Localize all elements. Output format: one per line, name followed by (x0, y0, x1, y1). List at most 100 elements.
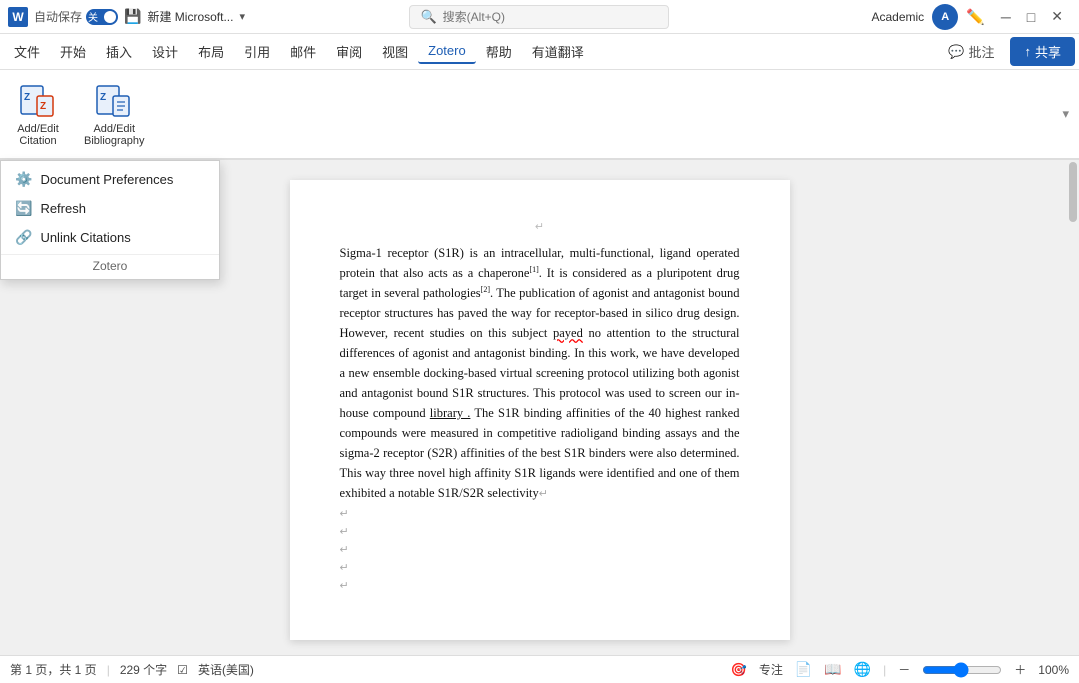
view-web-icon[interactable]: 🌐 (854, 661, 871, 678)
zoom-slider[interactable] (922, 662, 1002, 678)
gear-icon: ⚙️ (15, 171, 32, 188)
status-bar: 第 1 页，共 1 页 | 229 个字 ☑ 英语(美国) 🎯 专注 📄 📖 🌐… (0, 655, 1079, 683)
ribbon-collapse-arrow[interactable]: ▾ (1062, 106, 1069, 122)
bibliography-icon: Z (94, 81, 134, 121)
window-controls: ─ □ ✕ (993, 4, 1071, 29)
menu-item-design[interactable]: 设计 (142, 38, 188, 65)
language[interactable]: 英语(美国) (198, 661, 254, 678)
add-edit-bibliography-button[interactable]: Z Add/Edit Bibliography (76, 75, 153, 153)
unlink-citations-item[interactable]: 🔗 Unlink Citations (1, 223, 219, 252)
menu-item-review[interactable]: 审阅 (326, 38, 372, 65)
menu-item-mail[interactable]: 邮件 (280, 38, 326, 65)
title-bar-left: W 自动保存 关 💾 新建 Microsoft... ▾ (8, 7, 362, 27)
title-bar: W 自动保存 关 💾 新建 Microsoft... ▾ 🔍 Academic … (0, 0, 1079, 34)
refresh-icon: 🔄 (15, 200, 32, 217)
document-page: ↵ Sigma-1 receptor (S1R) is an intracell… (290, 180, 790, 640)
scrollbar-thumb[interactable] (1069, 162, 1077, 222)
document-preferences-label: Document Preferences (40, 172, 173, 187)
minimize-button[interactable]: ─ (993, 4, 1019, 29)
citation-1: [1] (529, 265, 538, 274)
share-button[interactable]: ↑ 共享 (1010, 37, 1075, 66)
save-icon[interactable]: 💾 (124, 8, 141, 25)
title-bar-search: 🔍 (362, 5, 716, 29)
autosave-toggle[interactable]: 关 (86, 9, 118, 25)
newline-5: ↵ (340, 576, 740, 594)
zotero-dropdown: ⚙️ Document Preferences 🔄 Refresh 🔗 Unli… (0, 160, 220, 280)
search-input[interactable] (443, 10, 643, 24)
svg-text:Z: Z (24, 92, 30, 103)
status-divider-2: | (883, 663, 886, 677)
status-divider-1: | (107, 663, 110, 677)
add-edit-citation-button[interactable]: Z Z Add/Edit Citation (8, 75, 68, 153)
svg-text:Z: Z (40, 101, 46, 112)
zoom-percent: 100% (1038, 663, 1069, 677)
menu-bar: 文件 开始 插入 设计 布局 引用 邮件 审阅 视图 Zotero 帮助 有道翻… (0, 34, 1079, 70)
menu-item-insert[interactable]: 插入 (96, 38, 142, 65)
title-bar-right: Academic A ✏️ ─ □ ✕ (717, 4, 1071, 30)
word-count: 229 个字 (120, 661, 167, 678)
newline-2: ↵ (340, 522, 740, 540)
pen-icon[interactable]: ✏️ (966, 8, 985, 26)
autosave-knob (104, 11, 116, 23)
share-icon: ↑ (1024, 44, 1031, 59)
autosave-area: 自动保存 关 (34, 8, 118, 25)
document-body: Sigma-1 receptor (S1R) is an intracellul… (340, 243, 740, 504)
add-edit-citation-label: Add/Edit Citation (17, 123, 59, 147)
refresh-item[interactable]: 🔄 Refresh (1, 194, 219, 223)
header-arrow: ↵ (535, 220, 544, 233)
page-header: ↵ (340, 220, 740, 233)
comment-label: 批注 (968, 42, 994, 61)
search-box: 🔍 (409, 5, 669, 29)
focus-label[interactable]: 专注 (759, 661, 783, 678)
end-arrow: ↵ (539, 488, 548, 500)
menu-item-layout[interactable]: 布局 (188, 38, 234, 65)
search-icon: 🔍 (420, 9, 436, 25)
file-name: 新建 Microsoft... (147, 8, 233, 25)
menu-item-reference[interactable]: 引用 (234, 38, 280, 65)
page-info: 第 1 页，共 1 页 (10, 661, 97, 678)
citation-2: [2] (481, 285, 490, 294)
ribbon-zotero-group: Z Z Add/Edit Citation Z Add/Edit Biblio (8, 75, 153, 153)
scrollbar-track (1067, 160, 1079, 655)
view-normal-icon[interactable]: 📄 (795, 661, 812, 678)
document-preferences-item[interactable]: ⚙️ Document Preferences (1, 165, 219, 194)
add-edit-bibliography-label: Add/Edit Bibliography (84, 123, 145, 147)
refresh-label: Refresh (40, 201, 86, 216)
restore-button[interactable]: □ (1019, 4, 1043, 29)
status-right: 🎯 专注 📄 📖 🌐 | － ＋ 100% (731, 661, 1069, 678)
citation-icon: Z Z (18, 81, 58, 121)
newline-3: ↵ (340, 540, 740, 558)
zotero-section-label: Zotero (1, 254, 219, 275)
newline-4: ↵ (340, 558, 740, 576)
unlink-citations-label: Unlink Citations (40, 230, 130, 245)
close-button[interactable]: ✕ (1043, 4, 1071, 29)
svg-text:Z: Z (100, 92, 106, 103)
unlink-icon: 🔗 (15, 229, 32, 246)
filename-dropdown[interactable]: ▾ (239, 10, 245, 23)
menu-item-file[interactable]: 文件 (4, 38, 50, 65)
payed-word: payed (553, 326, 583, 340)
comment-button[interactable]: 💬 批注 (940, 38, 1002, 65)
share-label: 共享 (1035, 42, 1061, 61)
proofing-icon[interactable]: ☑ (177, 663, 188, 677)
newline-1: ↵ (340, 504, 740, 522)
word-icon: W (8, 7, 28, 27)
menu-item-translate[interactable]: 有道翻译 (522, 38, 594, 65)
user-avatar[interactable]: A (932, 4, 958, 30)
menu-item-start[interactable]: 开始 (50, 38, 96, 65)
zoom-out-icon[interactable]: － (898, 661, 910, 678)
user-name: Academic (871, 10, 924, 24)
menu-item-view[interactable]: 视图 (372, 38, 418, 65)
library-link: library . (430, 406, 471, 420)
autosave-state: 关 (88, 9, 98, 24)
zoom-in-icon[interactable]: ＋ (1014, 661, 1026, 678)
view-read-icon[interactable]: 📖 (824, 661, 841, 678)
comment-icon: 💬 (948, 44, 964, 60)
autosave-label: 自动保存 (34, 8, 82, 25)
menu-right: 💬 批注 ↑ 共享 (940, 37, 1075, 66)
paragraph-text-5: The S1R binding affinities of the 40 hig… (340, 406, 740, 500)
focus-icon[interactable]: 🎯 (731, 662, 747, 678)
menu-item-zotero[interactable]: Zotero (418, 39, 476, 64)
ribbon: Z Z Add/Edit Citation Z Add/Edit Biblio (0, 70, 1079, 160)
menu-item-help[interactable]: 帮助 (476, 38, 522, 65)
